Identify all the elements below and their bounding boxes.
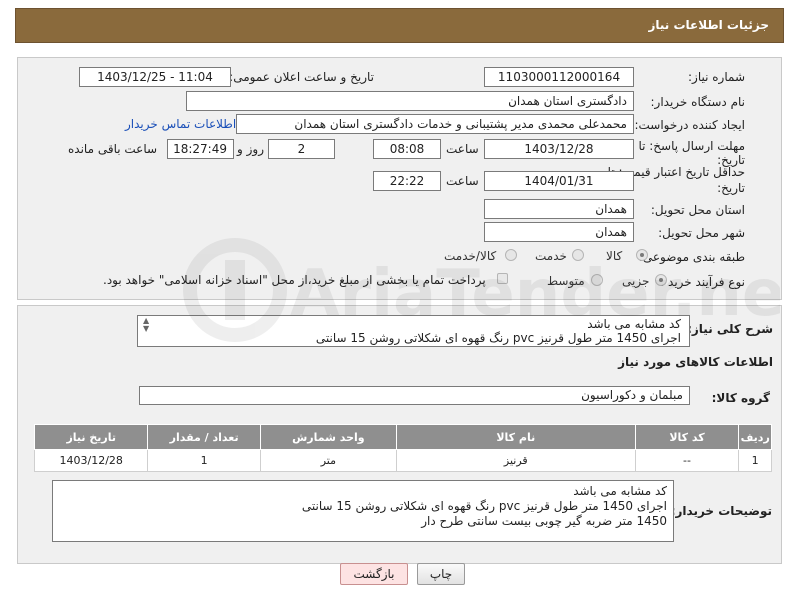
contact-info-link[interactable]: اطلاعات تماس خریدار (125, 117, 236, 131)
province-label: استان محل تحویل: (650, 203, 745, 217)
category-radio-goods-service[interactable] (505, 249, 517, 261)
goods-section-title: اطلاعات کالاهای مورد نیاز (618, 355, 773, 369)
description-textarea[interactable]: کد مشابه می باشد اجرای 1450 متر طول قرنی… (137, 315, 690, 347)
cell-code: -- (634, 449, 740, 472)
remaining-time-field: 18:27:49 (167, 139, 234, 159)
category-option-goods: کالا (606, 249, 623, 263)
scroll-arrows-icon[interactable]: ▲ ▼ (143, 317, 149, 333)
city-field: همدان (484, 222, 634, 242)
payment-note: پرداخت تمام یا بخشی از مبلغ خرید،از محل … (103, 273, 486, 287)
process-option-minor: جزیی (622, 274, 650, 288)
validity-time-field: 22:22 (373, 171, 441, 191)
validity-hour-label: ساعت (446, 174, 479, 188)
deadline-date-field: 1403/12/28 (484, 139, 634, 159)
col-name: نام کالا (395, 424, 636, 450)
buyer-notes-label: توضیحات خریدار: (670, 504, 772, 518)
validity-date-field: 1404/01/31 (484, 171, 634, 191)
page-header: جزئیات اطلاعات نیاز (15, 8, 784, 43)
col-code: کد کالا (634, 424, 740, 450)
days-label: روز و (237, 142, 264, 156)
cell-qty: 1 (147, 449, 261, 472)
category-option-goods-service: کالا/خدمت (444, 249, 497, 263)
announce-field: 1403/12/25 - 11:04 (79, 67, 231, 87)
cell-unit: متر (259, 449, 397, 472)
buyer-notes-line: اجرای 1450 متر طول قرنیز pvc رنگ قهوه ای… (301, 499, 667, 513)
description-line: اجرای 1450 متر طول قرنیز pvc رنگ قهوه ای… (315, 331, 681, 345)
buyer-notes-textarea[interactable]: کد مشابه می باشد اجرای 1450 متر طول قرنی… (52, 480, 674, 542)
category-option-service: خدمت (535, 249, 567, 263)
goods-table: ردیف کد کالا نام کالا واحد شمارش تعداد /… (33, 424, 772, 472)
col-row: ردیف (738, 424, 772, 450)
buyer-org-label: نام دستگاه خریدار: (650, 95, 746, 109)
payment-checkbox[interactable] (497, 273, 508, 284)
creator-label: ایجاد کننده درخواست: (634, 118, 745, 132)
deadline-label: مهلت ارسال پاسخ: تا (638, 139, 745, 153)
creator-field: محمدعلی محمدی مدیر پشتیبانی و خدمات دادگ… (236, 114, 634, 134)
page-title: جزئیات اطلاعات نیاز (648, 18, 769, 32)
category-radio-service[interactable] (572, 249, 584, 261)
process-radio-medium[interactable] (591, 274, 603, 286)
announce-label: تاریخ و ساعت اعلان عمومی: (229, 70, 374, 84)
category-label: طبقه بندی موضوعی: (638, 250, 745, 264)
description-label: شرح کلی نیاز: (687, 322, 773, 336)
print-button[interactable]: چاپ (417, 563, 465, 585)
validity-label-date: تاریخ: (717, 181, 745, 195)
process-label: نوع فرآیند خرید : (660, 275, 745, 289)
need-number-field: 1103000112000164 (484, 67, 634, 87)
table-header-row: ردیف کد کالا نام کالا واحد شمارش تعداد /… (33, 424, 772, 450)
cell-date: 1403/12/28 (33, 449, 149, 472)
goods-group-label: گروه کالا: (711, 391, 770, 405)
cell-name: قرنیز (395, 449, 636, 472)
cell-row: 1 (738, 449, 772, 472)
buyer-org-field: دادگستری استان همدان (186, 91, 634, 111)
city-label: شهر محل تحویل: (658, 226, 745, 240)
col-unit: واحد شمارش (259, 424, 397, 450)
days-field: 2 (268, 139, 335, 159)
col-qty: تعداد / مقدار (147, 424, 261, 450)
table-row: 1 -- قرنیز متر 1 1403/12/28 (33, 449, 772, 472)
col-date: تاریخ نیاز (33, 424, 149, 450)
buyer-notes-line: کد مشابه می باشد (573, 484, 667, 498)
buyer-notes-line: 1450 متر ضربه گیر چوبی بیست سانتی طرح دا… (421, 514, 667, 528)
deadline-time-field: 08:08 (373, 139, 441, 159)
deadline-hour-label: ساعت (446, 142, 479, 156)
process-radio-minor[interactable] (655, 274, 667, 286)
category-radio-goods[interactable] (636, 249, 648, 261)
back-button[interactable]: بازگشت (340, 563, 408, 585)
need-number-label: شماره نیاز: (688, 70, 745, 84)
description-line: کد مشابه می باشد (587, 317, 681, 331)
goods-group-field: مبلمان و دکوراسیون (139, 386, 690, 405)
remaining-label: ساعت باقی مانده (68, 142, 158, 156)
process-option-medium: متوسط (547, 274, 585, 288)
province-field: همدان (484, 199, 634, 219)
